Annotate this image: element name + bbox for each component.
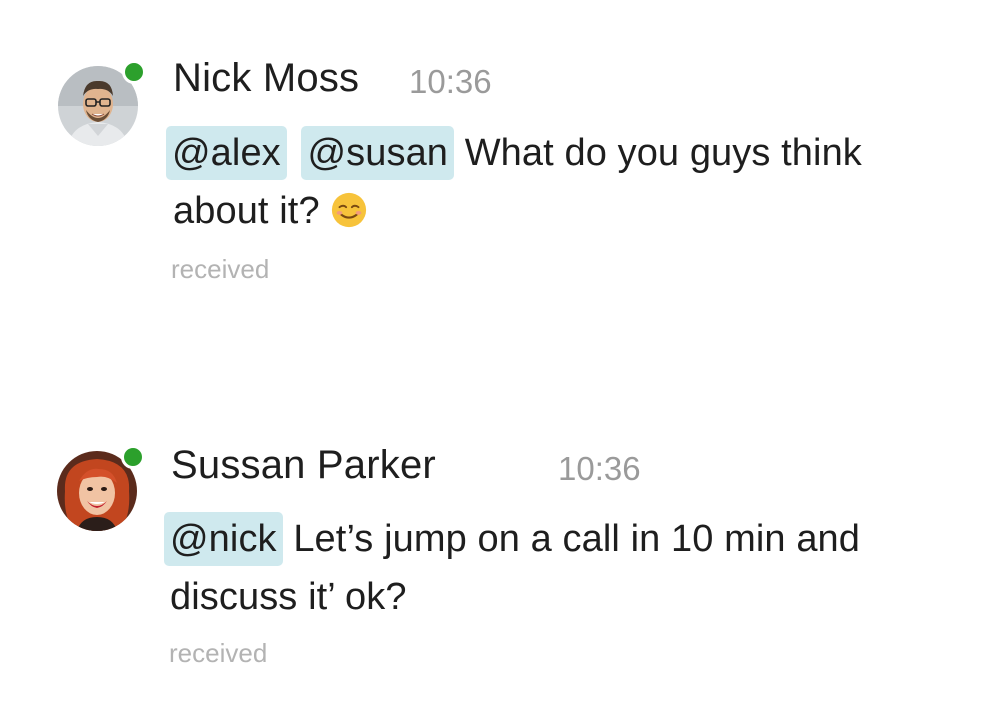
sender-avatar[interactable] bbox=[57, 445, 145, 531]
message-text: Let’s jump on a call in 10 min and bbox=[293, 518, 861, 560]
chat-message: Sussan Parker 10:36 @nick Let’s jump on … bbox=[0, 0, 1008, 718]
message-header: Sussan Parker 10:36 bbox=[171, 443, 641, 488]
message-body: @nick Let’s jump on a call in 10 min and… bbox=[164, 510, 984, 626]
mention-tag[interactable]: @nick bbox=[164, 512, 283, 566]
sender-name[interactable]: Sussan Parker bbox=[171, 443, 436, 487]
delivery-status: received bbox=[169, 638, 268, 668]
message-timestamp: 10:36 bbox=[558, 450, 641, 487]
message-text: discuss it’ ok? bbox=[170, 576, 407, 618]
online-status-icon bbox=[121, 445, 145, 469]
